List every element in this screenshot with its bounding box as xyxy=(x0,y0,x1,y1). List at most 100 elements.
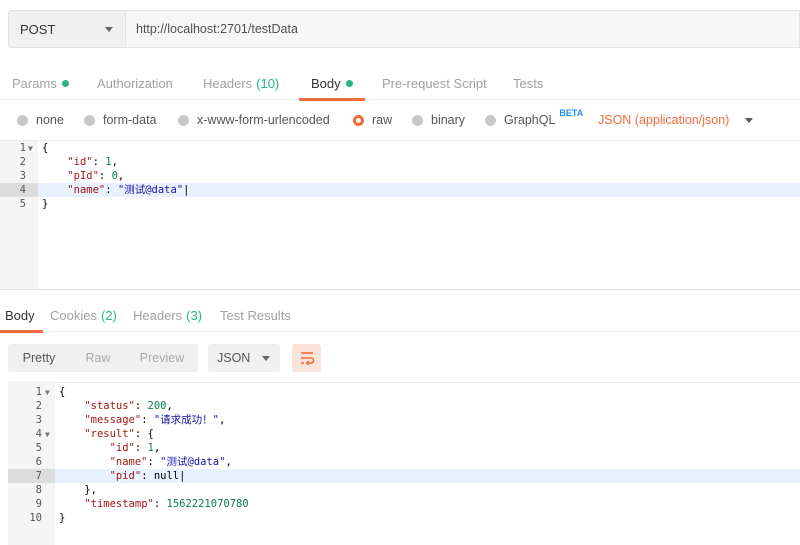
chevron-down-icon xyxy=(262,355,270,361)
tab-label: Params xyxy=(12,75,57,91)
view-mode-toggle: Pretty Raw Preview xyxy=(8,344,198,372)
wrap-lines-button[interactable] xyxy=(292,344,321,372)
content-type-select[interactable]: JSON (application/json) xyxy=(598,113,754,127)
url-input[interactable]: http://localhost:2701/testData xyxy=(125,10,800,48)
tab-body[interactable]: Body xyxy=(299,66,365,101)
tab-label: Authorization xyxy=(97,75,173,91)
code-line: { xyxy=(59,386,66,398)
radio-binary[interactable]: binary xyxy=(412,113,465,127)
tab-headers[interactable]: Headers (10) xyxy=(203,66,279,100)
code-line: { xyxy=(42,142,49,154)
tab-count: (3) xyxy=(186,307,203,323)
tab-label: Tests xyxy=(513,75,544,91)
view-mode-pretty[interactable]: Pretty xyxy=(8,344,70,372)
tab-label: Headers xyxy=(203,75,253,91)
tab-label: Headers xyxy=(133,307,183,323)
line-number: 2 xyxy=(35,400,42,412)
indicator-dot-icon xyxy=(61,79,69,87)
radio-label: GraphQL xyxy=(504,113,556,127)
line-number: 8 xyxy=(35,484,42,496)
wrap-lines-icon xyxy=(300,352,314,365)
tab-label: Pre-request Script xyxy=(382,75,487,91)
code-line: }, xyxy=(59,484,97,496)
radio-icon xyxy=(412,114,423,126)
method-select[interactable]: POST xyxy=(8,10,125,48)
code-line: "pid": null| xyxy=(109,470,186,482)
line-number: 4 xyxy=(35,428,42,440)
fold-arrow-icon[interactable]: ▼ xyxy=(45,428,50,442)
tab-test-results[interactable]: Test Results xyxy=(220,298,291,332)
code-line: "id": 1, xyxy=(109,442,161,454)
line-number: 6 xyxy=(35,456,42,468)
tab-label: Body xyxy=(5,307,35,323)
beta-badge: BETA xyxy=(559,108,584,118)
indicator-dot-icon xyxy=(345,79,353,87)
radio-graphql[interactable]: GraphQL BETA xyxy=(485,108,583,127)
code-line: } xyxy=(59,512,66,524)
tab-authorization[interactable]: Authorization xyxy=(97,66,173,100)
radio-selected-icon xyxy=(353,114,364,126)
view-mode-raw[interactable]: Raw xyxy=(70,344,126,372)
code-line: } xyxy=(42,198,49,210)
radio-icon xyxy=(84,114,95,126)
method-label: POST xyxy=(20,21,56,37)
code-line: "timestamp": 1562221070780 xyxy=(84,498,249,510)
radio-form-data[interactable]: form-data xyxy=(84,113,157,127)
tab-label: Cookies xyxy=(50,307,97,323)
format-select[interactable]: JSON xyxy=(208,344,280,372)
tab-label: Body xyxy=(311,75,341,91)
tab-count: (2) xyxy=(100,307,117,323)
content-type-label: JSON (application/json) xyxy=(598,113,730,127)
response-toolbar: Pretty Raw Preview JSON xyxy=(8,344,321,372)
line-number: 5 xyxy=(19,198,26,210)
radio-icon xyxy=(485,114,496,126)
radio-label: none xyxy=(36,113,64,127)
tab-count: (10) xyxy=(256,75,280,91)
body-type-selector: none form-data x-www-form-urlencoded raw… xyxy=(0,108,800,134)
line-number: 2 xyxy=(19,156,26,168)
radio-none[interactable]: none xyxy=(17,113,64,127)
chevron-down-icon xyxy=(745,117,754,123)
tab-pre-request-script[interactable]: Pre-request Script xyxy=(382,66,487,100)
request-body-editor[interactable]: 1 ▼ 2 3 4 5 { "id": 1, "pId": 0, "name":… xyxy=(0,140,800,290)
line-number: 5 xyxy=(35,442,42,454)
radio-label: raw xyxy=(372,113,393,127)
line-number: 4 xyxy=(19,184,26,196)
line-number: 1 xyxy=(35,386,42,398)
line-number: 3 xyxy=(19,170,26,182)
radio-icon xyxy=(17,114,28,126)
chevron-down-icon xyxy=(105,26,113,32)
code-line: "status": 200, xyxy=(84,400,173,412)
view-mode-preview[interactable]: Preview xyxy=(126,344,198,372)
line-number: 9 xyxy=(35,498,42,510)
response-body-viewer[interactable]: 1 ▼ 2 3 4 ▼ 5 6 7 8 9 10 { "status": 200… xyxy=(8,382,800,545)
radio-icon xyxy=(178,114,189,126)
response-tabs: Body Cookies (2) Headers (3) Test Results xyxy=(0,298,800,333)
line-number: 1 xyxy=(19,142,26,154)
radio-raw[interactable]: raw xyxy=(353,113,392,127)
tab-response-headers[interactable]: Headers (3) xyxy=(133,298,202,332)
request-tabs: Params Authorization Headers (10) Body Pr… xyxy=(0,66,800,101)
radio-label: x-www-form-urlencoded xyxy=(197,113,330,127)
fold-arrow-icon[interactable]: ▼ xyxy=(28,142,33,156)
line-number: 7 xyxy=(35,470,42,482)
tab-params[interactable]: Params xyxy=(12,66,69,100)
format-label: JSON xyxy=(217,351,251,365)
radio-x-www-form-urlencoded[interactable]: x-www-form-urlencoded xyxy=(178,113,330,127)
fold-arrow-icon[interactable]: ▼ xyxy=(45,386,50,400)
line-number: 3 xyxy=(35,414,42,426)
code-line: "pId": 0, xyxy=(67,170,125,182)
url-value: http://localhost:2701/testData xyxy=(136,22,298,36)
tab-tests[interactable]: Tests xyxy=(513,66,543,100)
code-line: "result": { xyxy=(84,428,154,440)
radio-label: form-data xyxy=(103,113,157,127)
line-number: 10 xyxy=(29,512,42,524)
tab-response-body[interactable]: Body xyxy=(0,298,43,333)
code-line: "name": "测试@data"| xyxy=(67,184,190,196)
code-line: "message": "请求成功！", xyxy=(84,414,226,426)
radio-label: binary xyxy=(431,113,466,127)
request-url-bar: POST http://localhost:2701/testData xyxy=(8,10,800,48)
code-line: "id": 1, xyxy=(67,156,118,168)
tab-label: Test Results xyxy=(220,307,291,323)
tab-response-cookies[interactable]: Cookies (2) xyxy=(50,298,117,332)
